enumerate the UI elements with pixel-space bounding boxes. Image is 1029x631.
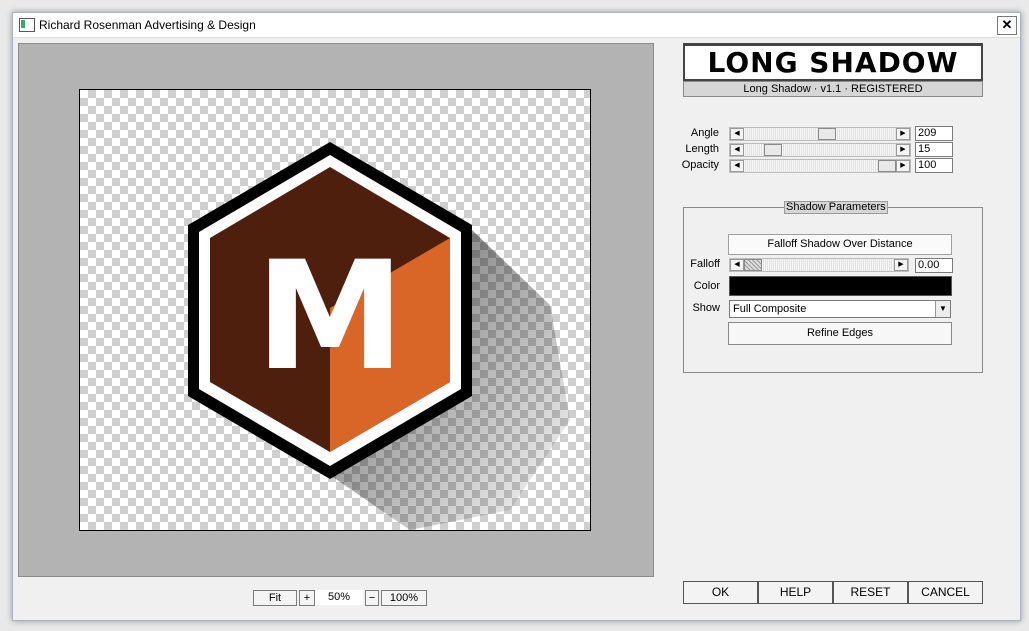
reset-button[interactable]: RESET xyxy=(833,581,908,604)
opacity-right-arrow-icon[interactable]: ▶ xyxy=(896,160,910,172)
preview-image: M xyxy=(188,142,570,530)
falloff-slider-thumb[interactable] xyxy=(744,259,762,271)
angle-slider[interactable]: ◀ ▶ xyxy=(729,127,911,141)
falloff-label: Falloff xyxy=(690,258,720,270)
angle-left-arrow-icon[interactable]: ◀ xyxy=(730,128,744,140)
length-slider[interactable]: ◀ ▶ xyxy=(729,143,911,157)
color-label: Color xyxy=(693,280,720,292)
show-dropdown-value: Full Composite xyxy=(733,303,807,315)
zoom-in-button[interactable]: + xyxy=(299,590,315,606)
falloff-slider[interactable]: ◀ ▶ xyxy=(729,258,909,272)
falloff-input[interactable]: 0.00 xyxy=(915,258,953,273)
title-bar: Richard Rosenman Advertising & Design ✕ xyxy=(13,13,1020,38)
window-title: Richard Rosenman Advertising & Design xyxy=(39,18,256,32)
zoom-100-button[interactable]: 100% xyxy=(381,590,427,606)
ok-button[interactable]: OK xyxy=(683,581,758,604)
shadow-parameters-group: Shadow Parameters Falloff Shadow Over Di… xyxy=(683,201,983,373)
angle-input[interactable]: 209 xyxy=(915,126,953,141)
chevron-down-icon[interactable]: ▼ xyxy=(935,301,950,317)
version-label: Long Shadow · v1.1 · REGISTERED xyxy=(683,81,983,97)
length-label: Length xyxy=(685,143,719,155)
falloff-left-arrow-icon[interactable]: ◀ xyxy=(730,259,744,271)
angle-label: Angle xyxy=(690,127,719,139)
opacity-input[interactable]: 100 xyxy=(915,158,953,173)
show-label: Show xyxy=(692,302,720,314)
zoom-value: 50% xyxy=(315,590,363,605)
length-right-arrow-icon[interactable]: ▶ xyxy=(896,144,910,156)
logo-letter: M xyxy=(255,230,404,404)
opacity-label: Opacity xyxy=(681,159,719,171)
shadow-color-swatch[interactable] xyxy=(729,276,952,296)
show-dropdown[interactable]: Full Composite ▼ xyxy=(729,300,951,318)
app-icon xyxy=(19,18,35,32)
group-title: Shadow Parameters xyxy=(784,201,888,214)
falloff-mode-button[interactable]: Falloff Shadow Over Distance xyxy=(728,234,952,255)
zoom-out-button[interactable]: − xyxy=(365,590,379,606)
length-input[interactable]: 15 xyxy=(915,142,953,157)
opacity-left-arrow-icon[interactable]: ◀ xyxy=(730,160,744,172)
cancel-button[interactable]: CANCEL xyxy=(908,581,983,604)
plugin-window: Richard Rosenman Advertising & Design ✕ xyxy=(12,12,1021,621)
zoom-fit-button[interactable]: Fit xyxy=(253,590,297,606)
length-slider-row: Length ◀ ▶ 15 xyxy=(683,142,983,157)
angle-right-arrow-icon[interactable]: ▶ xyxy=(896,128,910,140)
opacity-slider[interactable]: ◀ ▶ xyxy=(729,159,911,173)
close-button[interactable]: ✕ xyxy=(997,16,1017,35)
angle-slider-thumb[interactable] xyxy=(817,128,836,140)
help-button[interactable]: HELP xyxy=(758,581,833,604)
length-slider-thumb[interactable] xyxy=(764,144,783,156)
falloff-right-arrow-icon[interactable]: ▶ xyxy=(894,259,908,271)
preview-canvas[interactable]: M xyxy=(79,89,591,531)
angle-slider-row: Angle ◀ ▶ 209 xyxy=(683,126,983,141)
plugin-logo: LONG SHADOW xyxy=(683,43,983,81)
preview-panel: M xyxy=(18,43,654,577)
opacity-slider-thumb[interactable] xyxy=(878,160,896,172)
length-left-arrow-icon[interactable]: ◀ xyxy=(730,144,744,156)
refine-edges-button[interactable]: Refine Edges xyxy=(728,322,952,345)
opacity-slider-row: Opacity ◀ ▶ 100 xyxy=(681,158,983,173)
